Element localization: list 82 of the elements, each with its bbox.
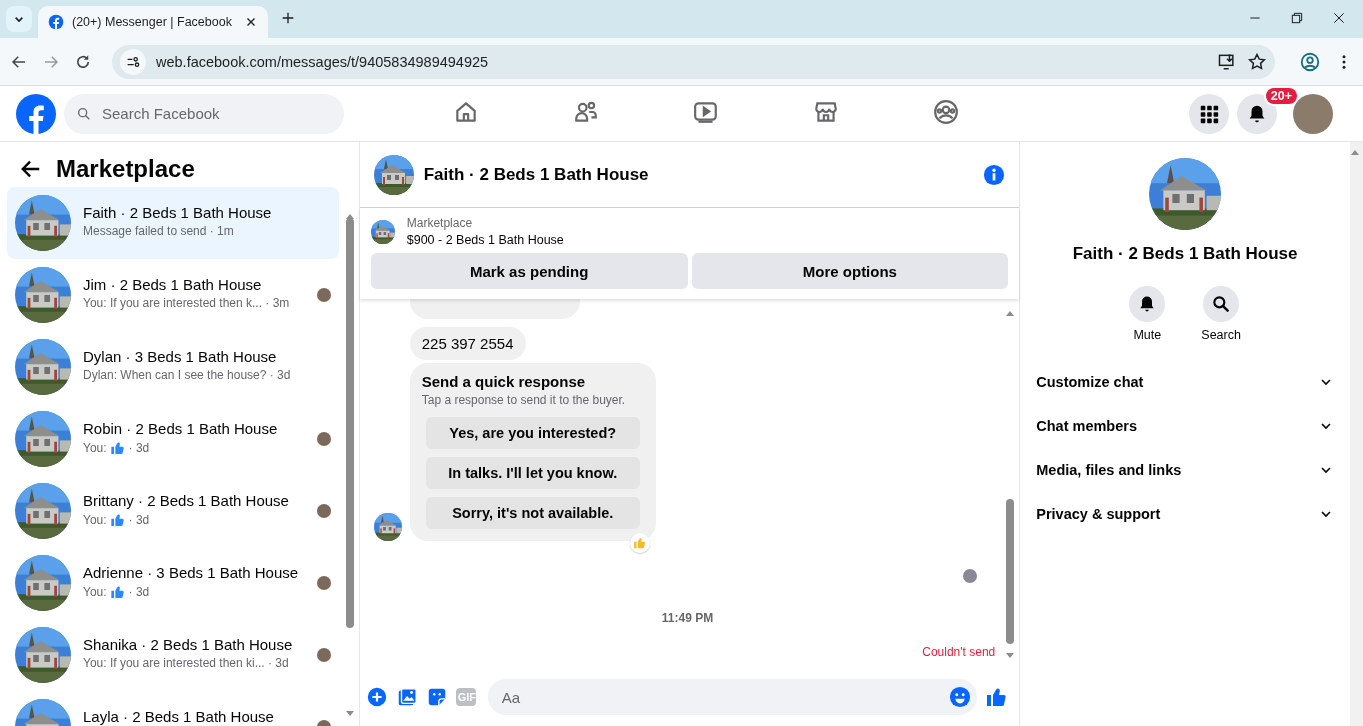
menu-button[interactable] <box>1189 93 1229 134</box>
message-preview: Dylan: When can I see the house? · 3d <box>83 368 292 382</box>
message-preview: You: If you are interested then k... · 3m <box>83 296 291 310</box>
conversation-item[interactable]: Dylan · 3 Beds 1 Bath House Dylan: When can I see the house? · 3d <box>7 331 339 403</box>
account-avatar[interactable] <box>1293 93 1333 134</box>
message-time: · 3d <box>128 513 150 527</box>
message-preview: You: <box>83 441 107 455</box>
section-header[interactable]: Customize chat <box>1028 360 1342 404</box>
section-header[interactable]: Media, files and links <box>1028 448 1342 492</box>
message-preview: You: If you are interested then ki... · 3d <box>83 656 290 670</box>
seen-avatar <box>963 569 978 583</box>
scroll-down-icon[interactable] <box>1005 652 1016 660</box>
send-error: Couldn't send <box>922 645 996 659</box>
message-preview: You: <box>83 513 107 527</box>
conversation-name: Shanika · 2 Beds 1 Bath House <box>83 636 294 653</box>
thumbs-up-icon[interactable] <box>109 440 126 456</box>
scrollbar-thumb[interactable] <box>1006 499 1015 644</box>
listing-action-button[interactable]: Mark as pending <box>370 253 688 289</box>
scroll-up-icon[interactable] <box>1350 148 1360 156</box>
back-icon[interactable] <box>20 158 42 180</box>
quick-response-button[interactable]: In talks. I'll let you know. <box>425 457 640 489</box>
card-title: Send a quick response <box>421 373 587 390</box>
conversation-item[interactable]: Jim · 2 Beds 1 Bath House You: If you are interested then k... · 3m <box>7 259 339 331</box>
scrollbar-thumb[interactable] <box>345 218 354 628</box>
scrollbar[interactable] <box>1350 142 1363 726</box>
conversation-item[interactable]: Faith · 2 Beds 1 Bath House Message failed to send · 1m <box>7 187 339 259</box>
listing-label: Marketplace <box>406 216 474 230</box>
facebook-icon[interactable] <box>48 14 64 30</box>
message-time: · 3d <box>128 585 150 599</box>
emoji-icon[interactable] <box>949 686 972 708</box>
tab-menu-button[interactable] <box>6 6 32 32</box>
chat-title: Faith · 2 Beds 1 Bath House <box>423 164 650 185</box>
conversation-name: Layla · 2 Beds 1 Bath House <box>83 708 275 725</box>
contact-name: Faith · 2 Beds 1 Bath House <box>1072 244 1298 264</box>
section-header[interactable]: Privacy & support <box>1028 492 1342 536</box>
plus-icon[interactable] <box>280 10 296 26</box>
facebook-logo-icon[interactable] <box>16 93 56 134</box>
quick-response-button[interactable]: Yes, are you interested? <box>425 417 640 449</box>
thumbs-up-icon[interactable] <box>109 584 126 600</box>
conversation-name: Faith · 2 Beds 1 Bath House <box>83 204 273 221</box>
conversation-item[interactable]: Robin · 2 Beds 1 Bath House You: · 3d <box>7 403 339 475</box>
star-icon[interactable] <box>1247 51 1267 72</box>
scroll-up-icon[interactable] <box>1005 309 1016 317</box>
thumbs-up-icon[interactable] <box>109 512 126 528</box>
video-icon[interactable] <box>693 99 719 125</box>
restore-icon[interactable] <box>1289 10 1305 26</box>
shop-icon[interactable] <box>813 99 839 125</box>
scroll-up-icon[interactable] <box>344 212 355 220</box>
search-icon[interactable] <box>1211 294 1232 314</box>
conversation-name: Adrienne · 3 Beds 1 Bath House <box>83 564 300 581</box>
scroll-down-icon[interactable] <box>344 710 355 718</box>
conversation-name: Brittany · 2 Beds 1 Bath House <box>83 492 290 509</box>
conversation-name: Robin · 2 Beds 1 Bath House <box>83 420 279 437</box>
search-box[interactable]: Search Facebook <box>64 93 344 134</box>
section-header[interactable]: Chat members <box>1028 404 1342 448</box>
browser-tab[interactable]: (20+) Messenger | Facebook <box>38 6 268 38</box>
profile-icon[interactable] <box>1299 50 1321 73</box>
conversation-name: Jim · 2 Beds 1 Bath House <box>83 276 263 293</box>
plus-icon[interactable] <box>365 686 388 708</box>
message-bubble: 225 397 2554 <box>409 327 526 360</box>
close-icon[interactable] <box>1331 10 1347 26</box>
conversation-item[interactable]: Shanika · 2 Beds 1 Bath House You: If you are interested then ki... · 3d <box>7 619 339 691</box>
conversation-name: Dylan · 3 Beds 1 Bath House <box>83 348 278 365</box>
message-time: · 3d <box>128 441 150 455</box>
group-icon[interactable] <box>933 99 959 125</box>
conversation-item[interactable]: Layla · 2 Beds 1 Bath House <box>7 691 339 726</box>
listing-title: $900 - 2 Beds 1 Bath House <box>406 233 564 247</box>
listing-action-button[interactable]: More options <box>691 253 1009 289</box>
quick-response-button[interactable]: Sorry, it's not available. <box>425 497 640 529</box>
people-icon[interactable] <box>573 99 599 125</box>
conversation-item[interactable]: Brittany · 2 Beds 1 Bath House You: · 3d <box>7 475 339 547</box>
home-icon[interactable] <box>453 99 479 125</box>
card-subtitle: Tap a response to send it to the buyer. <box>421 393 627 407</box>
search-field[interactable]: Search Facebook <box>100 92 324 135</box>
site-info-button[interactable] <box>120 48 146 75</box>
sidebar-title: Marketplace <box>56 155 195 183</box>
timestamp: 11:49 PM <box>661 611 714 625</box>
conversation-item[interactable]: Adrienne · 3 Beds 1 Bath House You: · 3d <box>7 547 339 619</box>
message-preview: Message failed to send · 1m <box>83 224 235 238</box>
message-preview: You: <box>83 585 107 599</box>
sender-avatar <box>373 513 402 541</box>
info-icon[interactable] <box>983 163 1006 186</box>
